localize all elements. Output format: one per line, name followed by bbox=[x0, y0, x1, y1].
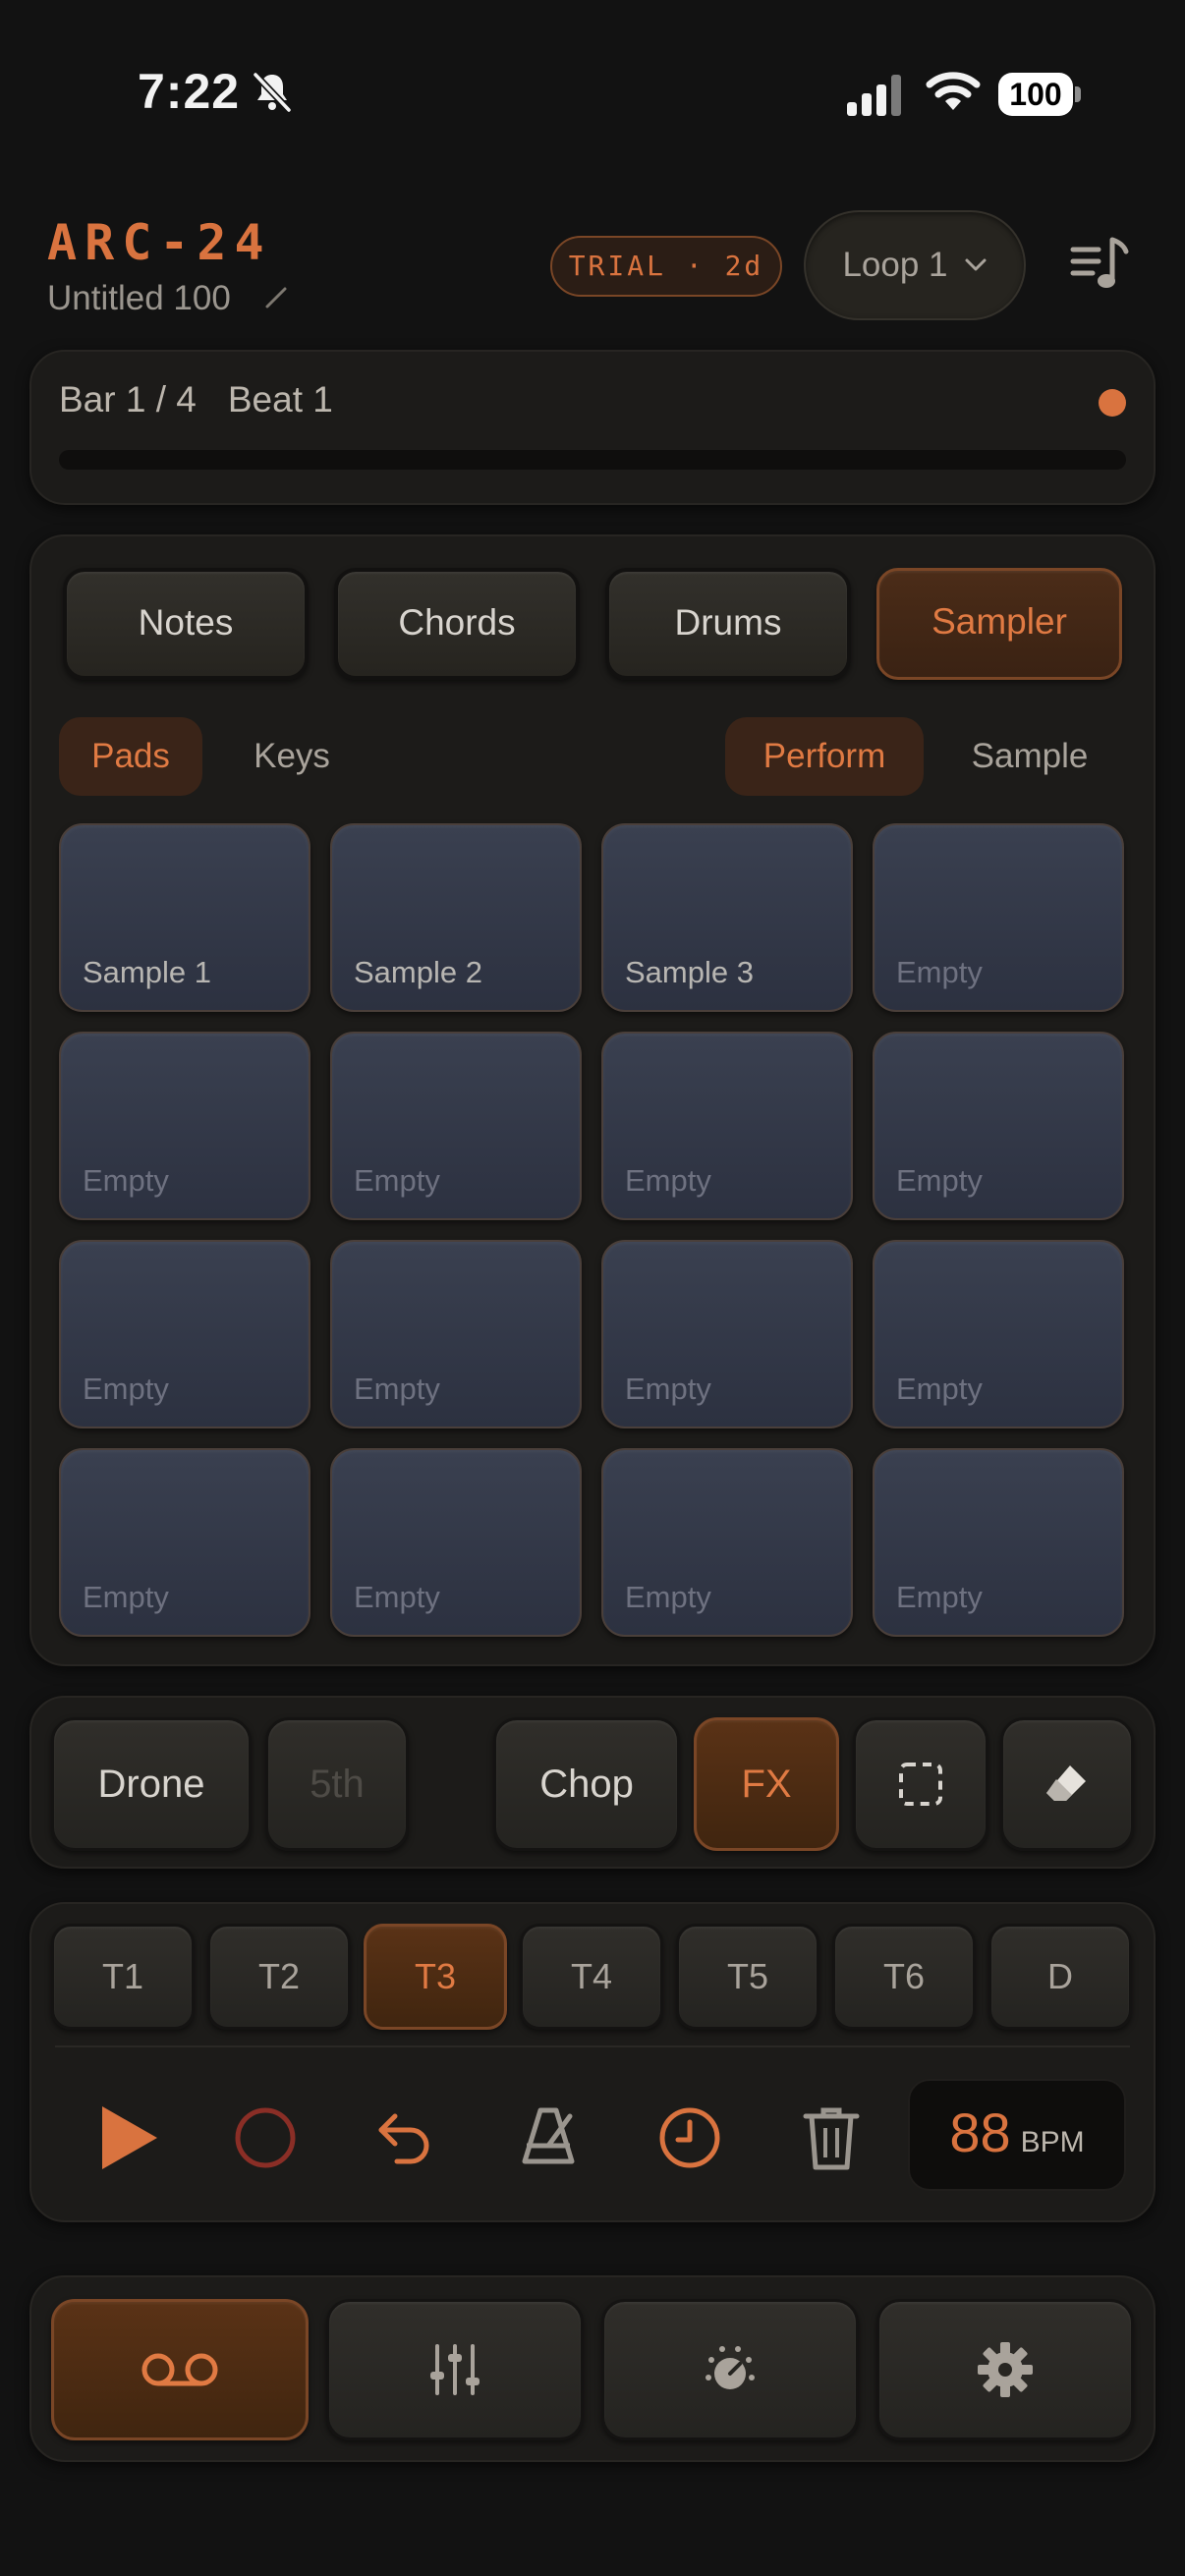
nav-knob-button[interactable] bbox=[601, 2299, 859, 2440]
trash-icon[interactable] bbox=[792, 2099, 871, 2177]
status-time: 7:22 bbox=[138, 64, 241, 119]
sampler-pad[interactable]: Empty bbox=[330, 1448, 582, 1637]
bpm-value: 88 bbox=[949, 2101, 1011, 2163]
sampler-pad[interactable]: Empty bbox=[873, 1032, 1124, 1220]
track-t1-button[interactable]: T1 bbox=[51, 1924, 195, 2030]
sampler-pad[interactable]: Empty bbox=[873, 823, 1124, 1012]
tab-pads[interactable]: Pads bbox=[59, 717, 202, 796]
loop-select[interactable]: Loop 1 bbox=[804, 210, 1026, 320]
pad-label: Empty bbox=[625, 1163, 711, 1198]
sampler-pad[interactable]: Empty bbox=[330, 1032, 582, 1220]
pad-label: Empty bbox=[354, 1372, 440, 1406]
loop-select-label: Loop 1 bbox=[842, 246, 948, 284]
mode-sampler-button[interactable]: Sampler bbox=[876, 568, 1122, 680]
battery-icon: 100 bbox=[998, 73, 1081, 116]
sampler-pad[interactable]: Empty bbox=[873, 1240, 1124, 1428]
nav-settings-button[interactable] bbox=[876, 2299, 1134, 2440]
sampler-pad[interactable]: Empty bbox=[59, 1448, 310, 1637]
app-title: ARC-24 bbox=[47, 214, 272, 271]
sampler-pad[interactable]: Empty bbox=[330, 1240, 582, 1428]
edit-pencil-icon[interactable] bbox=[263, 285, 289, 310]
sampler-pad[interactable]: Empty bbox=[59, 1240, 310, 1428]
bar-counter: Bar 1 / 4 bbox=[59, 379, 197, 420]
pad-label: Empty bbox=[896, 1163, 983, 1198]
count-in-clock-icon[interactable] bbox=[650, 2099, 729, 2177]
sampler-pad[interactable]: Empty bbox=[59, 1032, 310, 1220]
signal-icon bbox=[847, 75, 901, 116]
track-t6-button[interactable]: T6 bbox=[832, 1924, 976, 2030]
settings-gear-icon bbox=[978, 2342, 1033, 2397]
pad-label: Empty bbox=[83, 1580, 169, 1614]
sampler-pad[interactable]: Empty bbox=[601, 1240, 853, 1428]
sampler-pad[interactable]: Sample 1 bbox=[59, 823, 310, 1012]
tab-perform[interactable]: Perform bbox=[725, 717, 924, 796]
record-indicator-dot bbox=[1099, 389, 1126, 417]
eraser-icon bbox=[1046, 1765, 1086, 1801]
nav-recorder-button[interactable] bbox=[51, 2299, 309, 2440]
project-name[interactable]: Untitled 100 bbox=[47, 279, 231, 318]
pad-label: Empty bbox=[83, 1163, 169, 1198]
chevron-down-icon bbox=[965, 258, 987, 271]
pad-label: Empty bbox=[625, 1372, 711, 1406]
knob-icon bbox=[705, 2346, 755, 2389]
wifi-icon bbox=[926, 72, 981, 110]
playlist-music-icon[interactable] bbox=[1069, 234, 1132, 297]
beat-counter: Beat 1 bbox=[227, 379, 333, 420]
sampler-pad[interactable]: Empty bbox=[873, 1448, 1124, 1637]
sampler-pad[interactable]: Empty bbox=[601, 1032, 853, 1220]
tab-sample[interactable]: Sample bbox=[939, 717, 1120, 796]
bell-muted-icon bbox=[253, 72, 292, 113]
eraser-button[interactable] bbox=[1000, 1717, 1134, 1851]
play-icon[interactable] bbox=[88, 2099, 167, 2177]
mode-notes-button[interactable]: Notes bbox=[63, 568, 309, 680]
pad-label: Sample 3 bbox=[625, 955, 754, 989]
nav-mixer-button[interactable] bbox=[326, 2299, 584, 2440]
drone-button[interactable]: Drone bbox=[51, 1717, 252, 1851]
tab-keys[interactable]: Keys bbox=[220, 717, 364, 796]
pad-label: Empty bbox=[896, 955, 983, 989]
battery-level: 100 bbox=[998, 73, 1073, 116]
selection-icon bbox=[899, 1763, 942, 1806]
undo-icon[interactable] bbox=[367, 2099, 446, 2177]
sampler-pad[interactable]: Sample 3 bbox=[601, 823, 853, 1012]
track-t3-button[interactable]: T3 bbox=[364, 1924, 507, 2030]
trial-badge[interactable]: TRIAL · 2d bbox=[550, 236, 782, 297]
mixer-sliders-icon bbox=[430, 2344, 480, 2395]
chop-button[interactable]: Chop bbox=[493, 1717, 680, 1851]
sampler-pad[interactable]: Empty bbox=[601, 1448, 853, 1637]
fifth-button[interactable]: 5th bbox=[265, 1717, 409, 1851]
pad-label: Empty bbox=[354, 1580, 440, 1614]
record-icon[interactable] bbox=[226, 2099, 305, 2177]
pad-label: Empty bbox=[354, 1163, 440, 1198]
fx-button[interactable]: FX bbox=[694, 1717, 839, 1851]
position-panel bbox=[29, 350, 1156, 505]
pad-label: Sample 1 bbox=[83, 955, 211, 989]
divider bbox=[55, 2045, 1130, 2047]
tape-recorder-icon bbox=[141, 2353, 218, 2386]
pad-label: Empty bbox=[896, 1580, 983, 1614]
bpm-unit: BPM bbox=[1020, 2126, 1085, 2158]
select-button[interactable] bbox=[853, 1717, 988, 1851]
track-t2-button[interactable]: T2 bbox=[207, 1924, 351, 2030]
track-t4-button[interactable]: T4 bbox=[520, 1924, 663, 2030]
pad-label: Sample 2 bbox=[354, 955, 482, 989]
playhead-progress-bar[interactable] bbox=[59, 450, 1126, 470]
metronome-icon[interactable] bbox=[509, 2099, 588, 2177]
track-t5-button[interactable]: T5 bbox=[676, 1924, 819, 2030]
mode-drums-button[interactable]: Drums bbox=[605, 568, 851, 680]
pad-label: Empty bbox=[83, 1372, 169, 1406]
track-drums-button[interactable]: D bbox=[988, 1924, 1132, 2030]
bpm-display[interactable]: 88 BPM bbox=[908, 2079, 1126, 2191]
pad-label: Empty bbox=[625, 1580, 711, 1614]
mode-chords-button[interactable]: Chords bbox=[334, 568, 580, 680]
sampler-pad[interactable]: Sample 2 bbox=[330, 823, 582, 1012]
pad-label: Empty bbox=[896, 1372, 983, 1406]
bar-beat-readout: Bar 1 / 4 Beat 1 bbox=[59, 379, 333, 420]
